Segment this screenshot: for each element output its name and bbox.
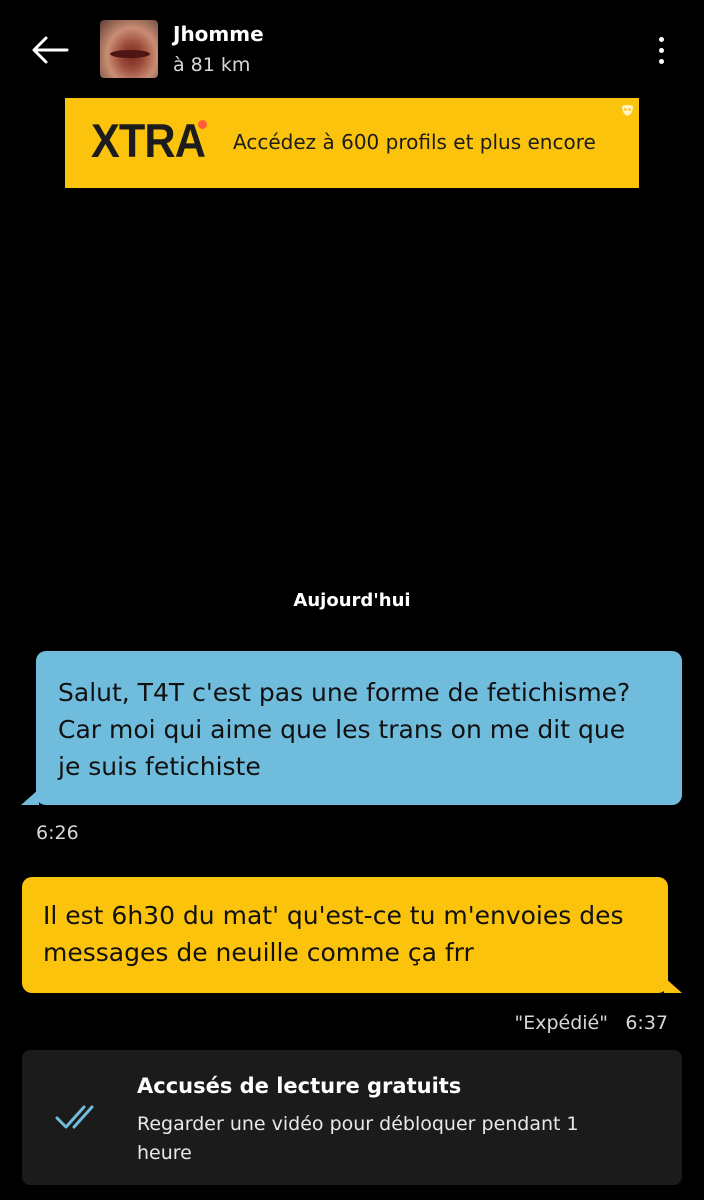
receipts-description: Regarder une vidéo pour débloquer pendan… [137, 1113, 579, 1164]
grindr-mask-icon [622, 105, 633, 116]
xtra-logo-dot [198, 120, 207, 129]
double-check-icon [55, 1105, 94, 1129]
banner-text: Accédez à 600 profils et plus encore [233, 130, 596, 154]
date-separator: Aujourd'hui [293, 590, 411, 611]
message-text: Il est 6h30 du mat' qu'est-ce tu m'envoi… [43, 901, 624, 967]
receipts-title: Accusés de lecture gratuits [137, 1074, 462, 1098]
chat-screen: Jhomme à 81 km XTRA Accédez à 600 profil… [0, 0, 704, 1200]
profile-name[interactable]: Jhomme [173, 22, 264, 46]
more-vertical-icon-dot [658, 58, 664, 64]
arrow-left-icon [32, 36, 69, 64]
message-status: "Expédié" [514, 1012, 608, 1034]
back-button[interactable] [28, 28, 72, 72]
avatar-photo-detail [110, 50, 150, 58]
free-read-receipts-card[interactable]: Accusés de lecture gratuits Regarder une… [22, 1050, 682, 1185]
chat-header: Jhomme à 81 km [0, 0, 704, 96]
more-options-button[interactable] [646, 28, 676, 72]
xtra-upsell-banner[interactable]: XTRA Accédez à 600 profils et plus encor… [65, 98, 639, 188]
outgoing-message-bubble[interactable]: Il est 6h30 du mat' qu'est-ce tu m'envoi… [22, 877, 668, 993]
profile-distance: à 81 km [173, 54, 251, 76]
incoming-message-bubble[interactable]: Salut, T4T c'est pas une forme de fetich… [36, 651, 682, 805]
message-time: 6:26 [36, 822, 79, 844]
message-time: 6:37 [625, 1012, 668, 1034]
more-vertical-icon-dot [658, 47, 664, 53]
more-vertical-icon [658, 36, 664, 42]
message-text: Salut, T4T c'est pas une forme de fetich… [58, 678, 631, 781]
xtra-logo: XTRA [91, 114, 206, 167]
avatar[interactable] [100, 20, 158, 78]
